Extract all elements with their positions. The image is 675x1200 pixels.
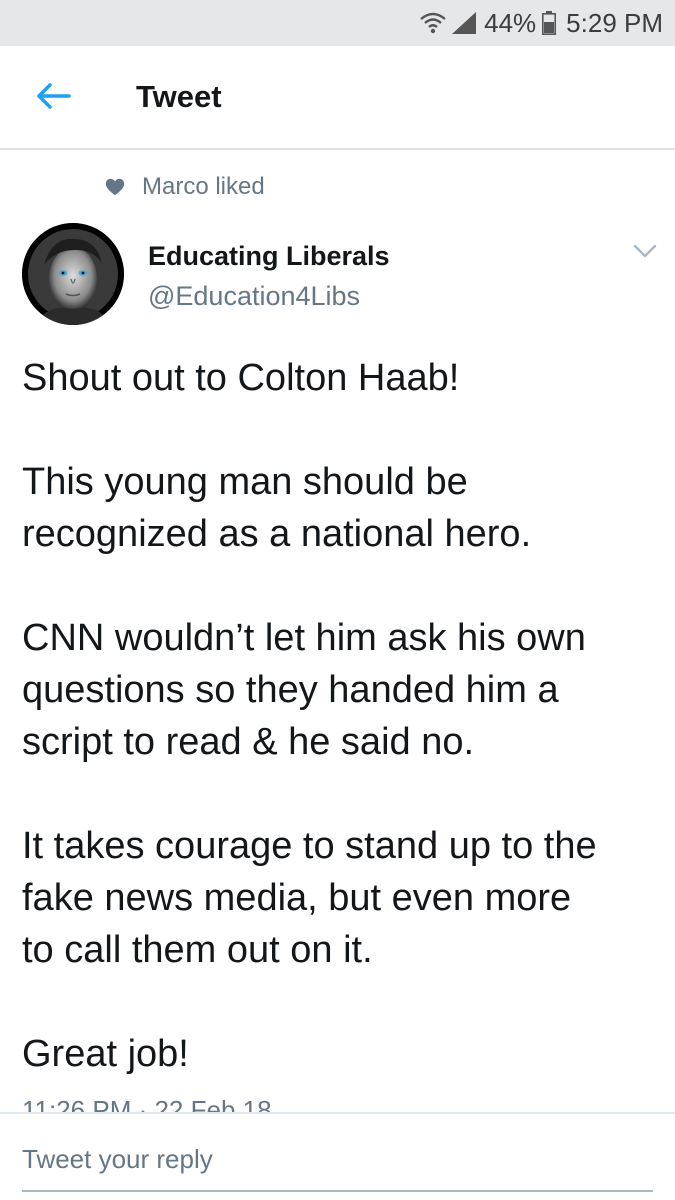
back-button[interactable]	[20, 70, 86, 126]
author-handle[interactable]: @Education4Libs	[148, 281, 360, 312]
tweet-options-button[interactable]	[626, 238, 664, 268]
tweet-timestamp: 11:26 PM · 22 Feb 18	[22, 1095, 272, 1113]
tweet-line: questions so they handed him a	[22, 669, 559, 711]
arrow-left-icon	[35, 82, 71, 115]
reply-composer: Tweet your reply	[0, 1112, 675, 1200]
tweet-paragraph: Shout out to Colton Haab!	[22, 352, 662, 404]
tweet-line: Great job!	[22, 1033, 189, 1075]
tweet-line: Shout out to Colton Haab!	[22, 357, 460, 399]
tweet-line: recognized as a national hero.	[22, 513, 532, 555]
tweet-line: script to read & he said no.	[22, 721, 475, 763]
battery-percent: 44%	[484, 7, 537, 38]
chevron-down-icon	[633, 244, 657, 263]
app-bar: Tweet	[0, 46, 675, 150]
signal-icon	[450, 10, 478, 36]
tweet-line: fake news media, but even more	[22, 877, 572, 919]
status-icons: 44% 5:29 PM	[418, 0, 663, 46]
tweet-text: Shout out to Colton Haab! This young man…	[22, 352, 662, 1080]
status-bar: 44% 5:29 PM	[0, 0, 675, 46]
status-time: 5:29 PM	[566, 7, 663, 38]
avatar[interactable]	[22, 223, 124, 325]
tweet-line: This young man should be	[22, 461, 468, 503]
heart-icon	[104, 176, 142, 198]
social-context-label: Marco liked	[142, 173, 265, 200]
wifi-icon	[418, 10, 448, 36]
author-name[interactable]: Educating Liberals	[148, 241, 390, 272]
social-context[interactable]: Marco liked	[104, 173, 265, 201]
tweet-line: It takes courage to stand up to the	[22, 825, 597, 867]
tweet-line: to call them out on it.	[22, 929, 373, 971]
reply-input-underline	[22, 1190, 653, 1192]
tweet-paragraph: CNN wouldn’t let him ask his own questio…	[22, 612, 662, 768]
tweet-paragraph: Great job!	[22, 1028, 662, 1080]
battery-icon	[542, 11, 557, 35]
reply-input[interactable]: Tweet your reply	[22, 1144, 213, 1175]
tweet-line: CNN wouldn’t let him ask his own	[22, 617, 586, 659]
page-title: Tweet	[136, 79, 222, 114]
tweet-paragraph: It takes courage to stand up to the fake…	[22, 820, 662, 976]
tweet-paragraph: This young man should be recognized as a…	[22, 456, 662, 560]
